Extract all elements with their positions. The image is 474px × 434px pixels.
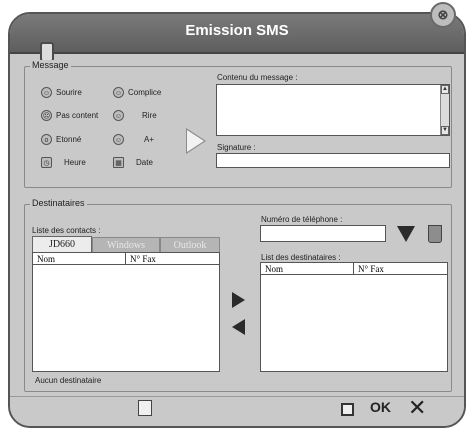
sad-icon[interactable]: ☹ — [41, 110, 52, 121]
tab-outlook[interactable]: Outlook — [160, 237, 220, 253]
smile-icon[interactable]: ☺ — [41, 87, 52, 98]
message-textarea[interactable]: ▲ ▼ — [216, 84, 450, 136]
emoticon-label[interactable]: Etonné — [56, 135, 81, 144]
phone-icon — [40, 42, 54, 62]
insert-arrow-inner — [187, 130, 204, 152]
emoticon-label[interactable]: Pas content — [56, 111, 98, 120]
calendar-icon[interactable]: ▦ — [113, 157, 124, 168]
emoticon-label[interactable]: Complice — [128, 88, 161, 97]
contacts-list[interactable]: Nom N° Fax — [32, 252, 220, 372]
signature-input[interactable] — [216, 153, 450, 168]
bottom-bar — [10, 396, 464, 426]
wink-icon[interactable]: ☺ — [113, 87, 124, 98]
recipients-list[interactable]: Nom N° Fax — [260, 262, 448, 372]
window-title: Emission SMS — [185, 22, 289, 39]
add-recipient-arrow-icon[interactable] — [232, 292, 245, 308]
message-legend: Message — [30, 60, 71, 70]
add-phone-arrow-icon[interactable] — [397, 226, 415, 242]
recipients-label: List des destinataires : — [261, 253, 341, 262]
contacts-label: Liste des contacts : — [32, 226, 101, 235]
column-fax[interactable]: N° Fax — [353, 263, 384, 275]
close-icon[interactable]: ⊗ — [430, 2, 456, 28]
tab-jd660[interactable]: JD660 — [32, 236, 92, 252]
column-name[interactable]: Nom — [261, 263, 283, 275]
emoticon-label[interactable]: A+ — [144, 135, 154, 144]
column-fax[interactable]: N° Fax — [125, 253, 156, 265]
content-label: Contenu du message : — [217, 73, 298, 82]
status-text: Aucun destinataire — [35, 376, 102, 385]
emoticon-label[interactable]: Sourire — [56, 88, 82, 97]
message-scrollbar[interactable]: ▲ ▼ — [440, 85, 449, 135]
signature-label: Signature : — [217, 143, 256, 152]
edit-note-icon[interactable] — [138, 400, 152, 416]
phone-label: Numéro de téléphone : — [261, 215, 343, 224]
laugh-icon[interactable]: ☺ — [113, 110, 124, 121]
surprised-icon[interactable]: o — [41, 134, 52, 145]
scroll-up-icon[interactable]: ▲ — [441, 85, 449, 94]
column-name[interactable]: Nom — [33, 253, 55, 265]
sms-window: Emission SMS Message ☺ Sourire ☺ Complic… — [8, 12, 466, 428]
save-icon[interactable] — [341, 403, 354, 416]
phone-input[interactable] — [260, 225, 386, 242]
trash-icon[interactable] — [428, 225, 442, 243]
ok-button[interactable]: OK — [370, 399, 391, 415]
emoticon-label[interactable]: Heure — [64, 158, 86, 167]
remove-recipient-arrow-icon[interactable] — [232, 319, 245, 335]
emoticon-label[interactable]: Rire — [142, 111, 157, 120]
scroll-down-icon[interactable]: ▼ — [441, 126, 449, 135]
cancel-button[interactable]: ✕ — [408, 395, 426, 421]
recipients-header: Nom N° Fax — [261, 263, 447, 275]
clock-icon[interactable]: ◷ — [41, 157, 52, 168]
recipients-legend: Destinataires — [30, 198, 87, 208]
see-you-icon[interactable]: ☺ — [113, 134, 124, 145]
contacts-header: Nom N° Fax — [33, 253, 219, 265]
emoticon-label[interactable]: Date — [136, 158, 153, 167]
tab-windows[interactable]: Windows — [92, 237, 160, 253]
